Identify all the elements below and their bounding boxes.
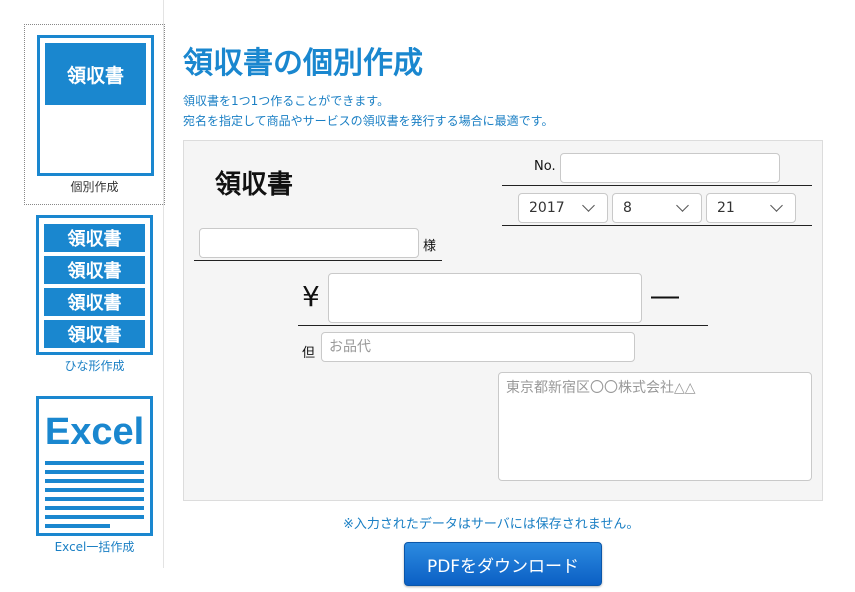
pdf-download-button[interactable]: PDFをダウンロード — [404, 542, 602, 586]
amount-underline — [298, 325, 708, 326]
template-row: 領収書 — [44, 256, 145, 284]
excel-line-icon — [45, 479, 144, 483]
amount-dash: ― — [651, 279, 679, 312]
date-underline — [502, 225, 812, 226]
excel-line-icon — [45, 515, 144, 519]
privacy-notice: ※入力されたデータはサーバには保存されません。 — [343, 517, 640, 532]
template-document-icon: 領収書 領収書 領収書 領収書 — [36, 215, 153, 355]
excel-icon-text: Excel — [44, 411, 145, 453]
chevron-down-icon — [582, 199, 595, 212]
amount-input[interactable] — [328, 273, 642, 323]
tadashi-label: 但 — [302, 346, 316, 361]
page-title: 領収書の個別作成 — [183, 46, 423, 81]
excel-line-icon — [45, 470, 144, 474]
excel-line-icon — [45, 497, 144, 501]
excel-line-icon — [45, 488, 144, 492]
sidebar: 領収書 個別作成 領収書 領収書 領収書 領収書 ひな形作成 Excel Exc… — [0, 0, 165, 568]
sidebar-item-template[interactable]: 領収書 領収書 領収書 領収書 ひな形作成 — [24, 214, 165, 379]
sidebar-item-label: Excel一括作成 — [54, 540, 135, 554]
sidebar-item-excel[interactable]: Excel Excel一括作成 — [24, 395, 165, 560]
day-select-value: 21 — [717, 200, 735, 216]
month-select[interactable]: 8 — [612, 193, 702, 223]
sidebar-item-label: 個別作成 — [70, 180, 119, 194]
yen-symbol: ¥ — [302, 280, 320, 313]
receipt-title: 領収書 — [215, 170, 294, 200]
template-row: 領収書 — [44, 288, 145, 316]
month-select-value: 8 — [623, 200, 632, 216]
year-select-value: 2017 — [529, 200, 565, 216]
purpose-input[interactable] — [321, 332, 635, 362]
page-description-line: 宛名を指定して商品やサービスの領収書を発行する場合に最適です。 — [183, 114, 554, 128]
chevron-down-icon — [676, 199, 689, 212]
template-row: 領収書 — [44, 320, 145, 348]
receipt-number-input[interactable] — [560, 153, 780, 183]
recipient-name-input[interactable] — [199, 228, 419, 258]
page-description-line: 領収書を1つ1つ作ることができます。 — [183, 94, 390, 108]
excel-line-icon — [45, 524, 110, 528]
excel-document-icon: Excel — [36, 396, 153, 536]
excel-line-icon — [45, 506, 144, 510]
year-select[interactable]: 2017 — [518, 193, 608, 223]
excel-line-icon — [45, 461, 144, 465]
template-row: 領収書 — [44, 224, 145, 252]
sama-label: 様 — [423, 239, 437, 254]
receipt-icon-header: 領収書 — [45, 43, 146, 105]
recipient-underline — [194, 260, 442, 261]
chevron-down-icon — [770, 199, 783, 212]
day-select[interactable]: 21 — [706, 193, 796, 223]
sidebar-item-individual[interactable]: 領収書 個別作成 — [24, 24, 165, 205]
number-underline — [502, 185, 812, 186]
issuer-textarea[interactable] — [498, 372, 812, 481]
receipt-number-label: No. — [534, 159, 556, 174]
receipt-document-icon: 領収書 — [37, 35, 154, 176]
sidebar-item-label: ひな形作成 — [64, 359, 125, 373]
